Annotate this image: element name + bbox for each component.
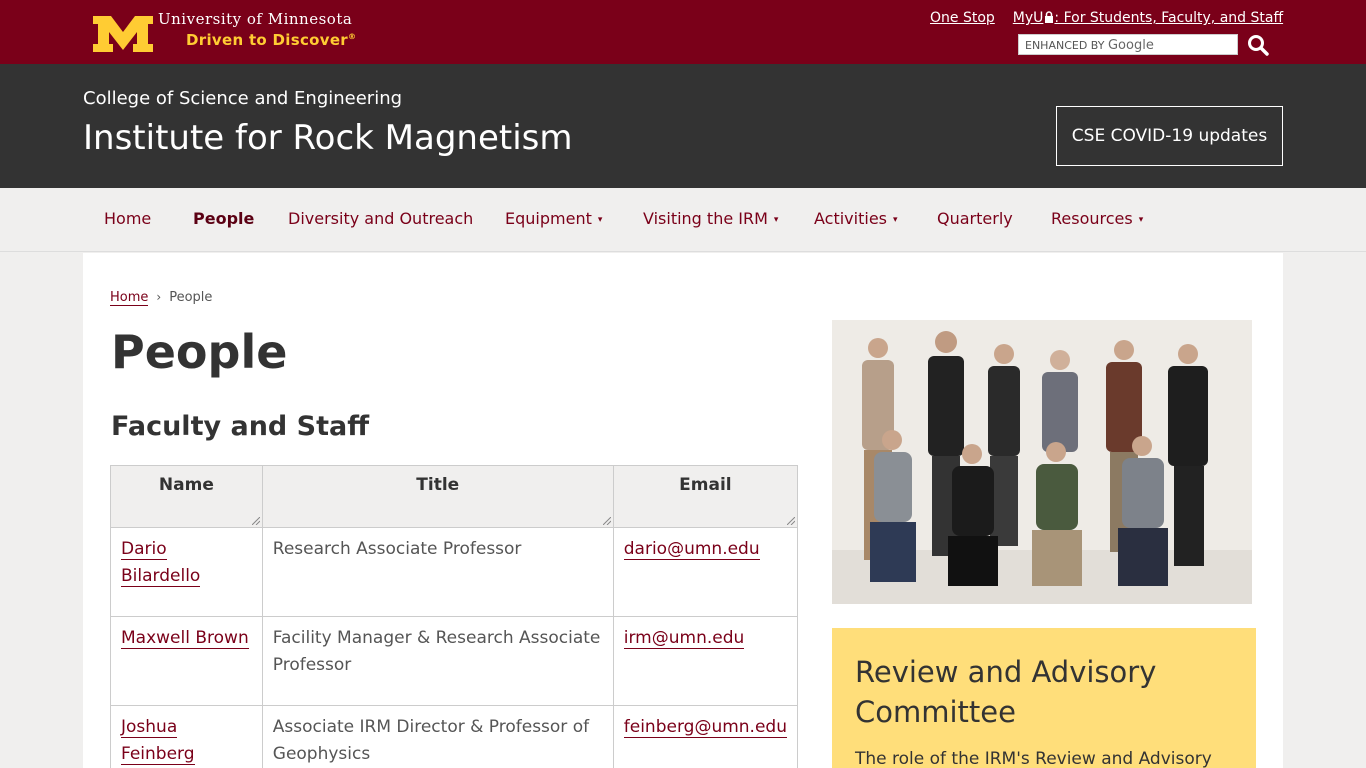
person-name-link[interactable]: Maxwell Brown [121,628,249,649]
main-nav: Home People Diversity and Outreach Equip… [0,188,1366,252]
person-email-link[interactable]: irm@umn.edu [623,628,745,649]
callout-text: The role of the IRM's Review and Advisor… [855,749,1212,768]
caret-down-icon: ▾ [893,214,898,225]
lock-icon [1045,11,1054,23]
one-stop-link[interactable]: One Stop [930,10,995,26]
person-title: Associate IRM Director & Professor of Ge… [261,705,614,768]
breadcrumb-separator: › [156,290,162,304]
nav-item-people[interactable]: People [193,209,254,228]
university-name: University of Minnesota [158,10,353,28]
table-row: Maxwell Brown Facility Manager & Researc… [110,616,799,706]
umn-block-m-logo[interactable] [93,16,153,52]
nav-item-home[interactable]: Home [104,209,151,228]
resize-handle-icon[interactable] [251,517,260,525]
nav-item-equipment[interactable]: Equipment ▾ [505,209,602,228]
table-row: Joshua Feinberg Associate IRM Director & … [110,705,799,768]
group-photo [832,320,1252,604]
breadcrumb-current: People [169,290,213,305]
person-email-link[interactable]: dario@umn.edu [623,539,760,560]
staff-table: Name Title Email Dario Bilardello Researc… [110,465,799,768]
university-tagline: Driven to Discover® [186,31,357,49]
nav-item-resources[interactable]: Resources ▾ [1051,209,1143,228]
main-content: Home › People People Faculty and Staff Nam… [83,253,1283,768]
caret-down-icon: ▾ [773,214,779,225]
person-title: Facility Manager & Research Associate Pr… [261,616,614,706]
search-icon[interactable] [1246,33,1270,57]
breadcrumb: Home › People [110,290,213,306]
page-title: People [111,325,288,379]
caret-down-icon: ▾ [1138,214,1144,225]
myu-link[interactable]: MyU: For Students, Faculty, and Staff [1013,10,1283,26]
umn-wordmark[interactable]: University of Minnesota Driven to Discov… [158,10,356,49]
section-heading: Faculty and Staff [111,411,370,442]
column-header-email[interactable]: Email [612,465,799,528]
nav-item-activities[interactable]: Activities ▾ [814,209,898,228]
site-header: College of Science and Engineering Insti… [0,64,1366,188]
nav-item-diversity-outreach[interactable]: Diversity and Outreach [288,209,473,228]
person-email-link[interactable]: feinberg@umn.edu [623,717,787,738]
caret-down-icon: ▾ [597,214,603,225]
table-row: Dario Bilardello Research Associate Profe… [110,527,799,617]
column-header-title[interactable]: Title [261,465,614,528]
site-title[interactable]: Institute for Rock Magnetism [83,118,572,158]
column-header-name[interactable]: Name [110,465,263,528]
person-name-link[interactable]: Joshua Feinberg [121,717,195,765]
person-name-link[interactable]: Dario Bilardello [121,539,201,587]
person-figure [1168,344,1208,566]
college-link[interactable]: College of Science and Engineering [83,88,402,109]
person-title: Research Associate Professor [261,527,614,617]
nav-item-quarterly[interactable]: Quarterly [937,209,1013,228]
resize-handle-icon[interactable] [602,517,611,525]
covid-updates-button[interactable]: CSE COVID-19 updates [1056,106,1283,166]
search-input[interactable]: ENHANCED BY Google [1018,34,1238,55]
nav-item-visiting[interactable]: Visiting the IRM ▾ [643,209,778,228]
breadcrumb-home-link[interactable]: Home [110,290,149,306]
resize-handle-icon[interactable] [787,517,795,525]
university-header: University of Minnesota Driven to Discov… [0,0,1366,64]
utility-links: One Stop MyU: For Students, Faculty, and … [930,10,1283,26]
review-committee-callout: Review and Advisory Committee The role o… [832,628,1256,768]
callout-heading: Review and Advisory Committee [855,655,1157,729]
